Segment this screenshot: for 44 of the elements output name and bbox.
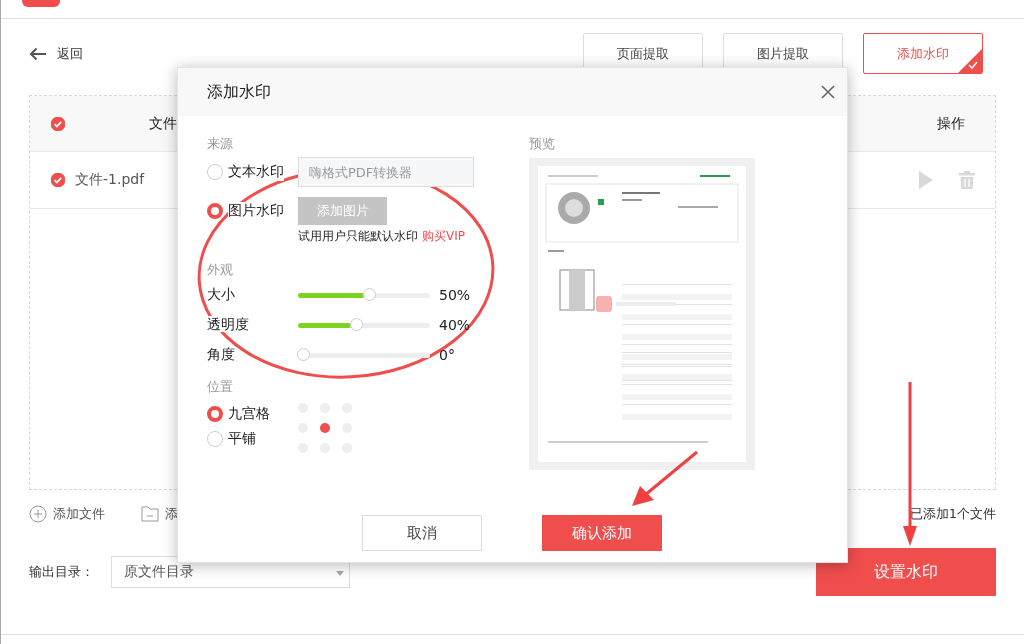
buy-vip-link[interactable]: 购买VIP [422,227,465,245]
slider-reading: 0° [439,347,455,363]
column-header: 操作 [937,114,965,133]
row-checkbox[interactable] [51,173,65,187]
caret-icon [336,571,344,576]
slider-thumb[interactable] [297,347,310,361]
add-file-link[interactable]: 添加文件 [53,505,105,523]
dialog-title: 添加水印 [207,81,271,103]
function-tab[interactable]: 添加水印 [863,33,983,74]
selected-check-icon [958,49,982,73]
annotation-arrow [632,450,698,506]
section-label: 来源 [207,135,234,153]
slider-thumb[interactable] [363,287,376,301]
file-name: 文件-1.pdf [75,171,145,189]
play-icon[interactable] [919,171,933,189]
section-label: 外观 [207,261,234,279]
output-label: 输出目录： [29,563,95,581]
section-label: 预览 [529,135,556,153]
watermark-text-field[interactable]: 嗨格式PDF转换器 [298,157,474,187]
file-count: 已添加1个文件 [909,505,996,523]
slider-reading: 50% [439,287,471,303]
position-dot[interactable] [320,423,330,433]
slider-reading: 40% [439,317,471,333]
back-link[interactable]: 返回 [29,44,83,63]
trash-icon[interactable] [959,171,975,189]
app-logo-icon [22,0,60,7]
slider-label: 透明度 [207,316,249,332]
back-arrow-icon [29,46,47,61]
folder-icon[interactable] [141,506,159,522]
trial-note: 试用用户只能默认水印 [298,227,418,245]
slider-thumb[interactable] [349,317,363,331]
add-icon[interactable] [29,505,47,523]
radio-option[interactable]: 平铺 [207,426,298,451]
column-header: 文件 [149,114,177,133]
radio-option[interactable]: 九宫格 [207,401,298,426]
select-all-checkbox[interactable] [51,116,65,131]
slider-label: 大小 [207,286,235,302]
slider-label: 角度 [207,346,235,362]
cancel-button[interactable]: 取消 [362,515,482,551]
section-label: 位置 [207,378,234,396]
set-watermark-button[interactable]: 设置水印 [816,548,996,596]
close-icon[interactable] [821,85,835,99]
add-folder-link[interactable]: 添 [165,505,178,523]
confirm-button[interactable]: 确认添加 [542,515,662,551]
